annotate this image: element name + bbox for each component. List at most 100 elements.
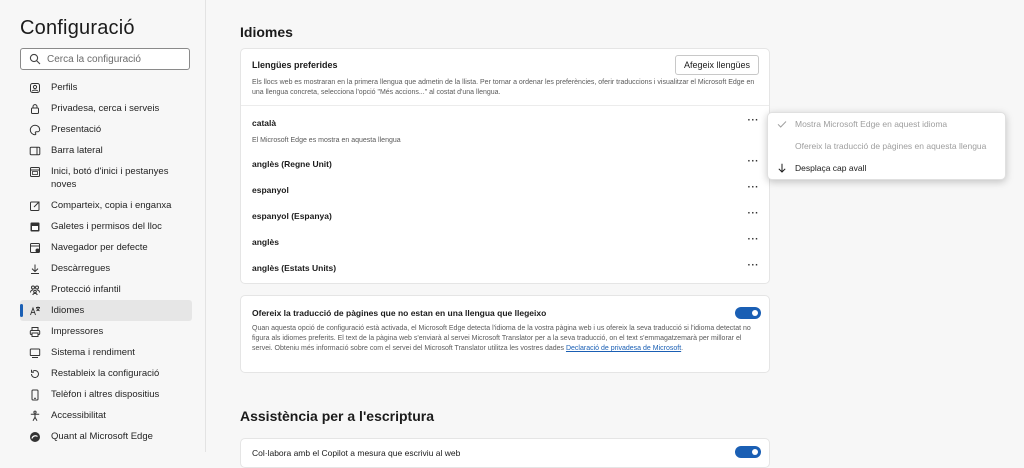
preferred-languages-card: Llengües preferides Afegeix llengües Els…	[240, 48, 770, 284]
printer-icon	[29, 327, 41, 337]
language-name: anglès	[252, 237, 279, 247]
search-box[interactable]	[20, 48, 190, 70]
new-tab-icon	[30, 167, 40, 177]
sidebar-item-label: Protecció infantil	[51, 284, 121, 295]
language-row: espanyol ···	[252, 182, 760, 199]
sidebar: Configuració Perfils Privadesa, cerca i …	[0, 0, 206, 452]
add-languages-button[interactable]: Afegeix llengües	[674, 55, 759, 75]
sidebar-item-downloads[interactable]: Descàrregues	[20, 258, 192, 279]
more-actions-button[interactable]: ···	[748, 182, 760, 193]
language-name: espanyol (Espanya)	[252, 211, 332, 221]
sidebar-item-family[interactable]: Protecció infantil	[20, 279, 192, 300]
lock-icon	[31, 104, 39, 114]
sidebar-item-about[interactable]: Quant al Microsoft Edge	[20, 426, 192, 447]
sidebar-item-label: Restableix la configuració	[51, 368, 160, 379]
copilot-writing-heading: Col·labora amb el Copilot a mesura que e…	[252, 448, 461, 458]
profile-icon	[30, 83, 40, 93]
sidebar-item-phone[interactable]: Telèfon i altres dispositius	[20, 384, 192, 405]
search-icon	[29, 53, 41, 65]
sidebar-icon	[29, 146, 41, 156]
sidebar-item-label: Telèfon i altres dispositius	[51, 389, 160, 400]
more-actions-button[interactable]: ···	[748, 115, 760, 126]
sidebar-item-default-browser[interactable]: Navegador per defecte	[20, 237, 192, 258]
sidebar-item-cookies[interactable]: Galetes i permisos del lloc	[20, 216, 192, 237]
arrow-down-icon	[778, 163, 786, 173]
translation-toggle[interactable]	[735, 307, 761, 319]
writing-card: Col·labora amb el Copilot a mesura que e…	[240, 438, 770, 468]
privacy-statement-link[interactable]: Declaració de privadesa de Microsoft	[566, 345, 681, 352]
sidebar-item-label: Navegador per defecte	[51, 242, 148, 253]
translation-card: Ofereix la traducció de pàgines que no e…	[240, 295, 770, 373]
sidebar-item-label: Inici, botó d'inici i pestanyes noves	[51, 166, 169, 190]
more-actions-button[interactable]: ···	[748, 156, 760, 167]
language-context-menu: Mostra Microsoft Edge en aquest idioma O…	[767, 112, 1006, 180]
sidebar-item-label: Sistema i rendiment	[51, 347, 135, 358]
menu-item-move-down[interactable]: Desplaça cap avall	[768, 158, 1005, 178]
language-name: anglès (Estats Units)	[252, 263, 337, 273]
sidebar-item-label: Descàrregues	[51, 263, 111, 274]
palette-icon	[29, 124, 41, 136]
section-title-languages: Idiomes	[240, 24, 293, 40]
translation-description-suffix: .	[681, 345, 684, 352]
menu-item-label: Ofereix la traducció de pàgines en aques…	[795, 141, 987, 151]
accessibility-icon	[30, 410, 40, 422]
preferred-languages-heading: Llengües preferides	[252, 60, 338, 70]
language-row: anglès (Regne Unit) ···	[252, 156, 760, 173]
computer-icon	[29, 348, 41, 358]
more-actions-button[interactable]: ···	[748, 234, 760, 245]
site-permissions-icon	[30, 222, 40, 232]
section-title-writing: Assistència per a l'escriptura	[240, 408, 434, 424]
reset-icon	[30, 369, 39, 379]
sidebar-item-start-home[interactable]: Inici, botó d'inici i pestanyes noves	[20, 161, 192, 195]
sidebar-item-reset[interactable]: Restableix la configuració	[20, 363, 192, 384]
language-row: espanyol (Espanya) ···	[252, 208, 760, 225]
menu-item-label: Desplaça cap avall	[795, 163, 867, 173]
sidebar-item-system[interactable]: Sistema i rendiment	[20, 342, 192, 363]
menu-item-label: Mostra Microsoft Edge en aquest idioma	[795, 119, 948, 129]
sidebar-item-languages[interactable]: Idiomes	[20, 300, 192, 321]
phone-icon	[31, 389, 39, 401]
download-icon	[31, 264, 39, 274]
sidebar-item-share[interactable]: Comparteix, copia i enganxa	[20, 195, 192, 216]
copilot-writing-toggle[interactable]	[735, 446, 761, 458]
sidebar-item-label: Barra lateral	[51, 145, 103, 156]
translation-heading: Ofereix la traducció de pàgines que no e…	[252, 308, 547, 318]
checkmark-icon	[777, 121, 787, 128]
menu-item-offer-translate[interactable]: Ofereix la traducció de pàgines en aques…	[768, 136, 1005, 156]
family-icon	[30, 285, 40, 296]
sidebar-item-label: Accessibilitat	[51, 410, 106, 421]
sidebar-item-label: Privadesa, cerca i serveis	[51, 103, 160, 114]
language-name: català	[252, 118, 277, 128]
more-actions-button[interactable]: ···	[748, 208, 760, 219]
sidebar-item-label: Impressores	[51, 326, 104, 337]
sidebar-item-label: Perfils	[51, 82, 78, 93]
language-icon	[30, 306, 40, 316]
sidebar-item-label: Quant al Microsoft Edge	[51, 431, 153, 442]
sidebar-item-profiles[interactable]: Perfils	[20, 77, 192, 98]
share-icon	[30, 201, 40, 211]
language-display-note: El Microsoft Edge es mostra en aquesta l…	[252, 137, 401, 144]
language-row: anglès ···	[252, 234, 760, 251]
preferred-languages-description: Els llocs web es mostraran en la primera…	[252, 79, 755, 96]
main-content: Idiomes Llengües preferides Afegeix llen…	[206, 0, 1024, 468]
sidebar-item-printers[interactable]: Impressores	[20, 321, 192, 342]
sidebar-item-label: Galetes i permisos del lloc	[51, 221, 162, 232]
sidebar-item-appearance[interactable]: Presentació	[20, 119, 192, 140]
language-row: anglès (Estats Units) ···	[252, 260, 760, 277]
more-actions-button[interactable]: ···	[748, 260, 760, 271]
sidebar-item-label: Idiomes	[51, 305, 85, 316]
edge-logo-icon	[30, 432, 40, 442]
language-name: espanyol	[252, 185, 289, 195]
translation-description: Quan aquesta opció de configuració està …	[252, 324, 757, 354]
sidebar-item-sidebar[interactable]: Barra lateral	[20, 140, 192, 161]
browser-icon	[30, 243, 40, 253]
language-row: català ···	[252, 115, 760, 132]
sidebar-item-privacy[interactable]: Privadesa, cerca i serveis	[20, 98, 192, 119]
divider	[241, 105, 769, 106]
language-name: anglès (Regne Unit)	[252, 159, 332, 169]
sidebar-item-accessibility[interactable]: Accessibilitat	[20, 405, 192, 426]
sidebar-nav: Perfils Privadesa, cerca i serveis Prese…	[20, 77, 192, 447]
search-input[interactable]	[47, 51, 185, 67]
sidebar-item-label: Presentació	[51, 124, 102, 135]
menu-item-display-edge[interactable]: Mostra Microsoft Edge en aquest idioma	[768, 114, 1005, 134]
